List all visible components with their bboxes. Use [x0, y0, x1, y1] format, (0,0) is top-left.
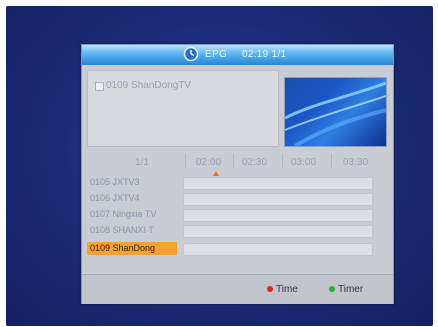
checkbox-icon — [95, 82, 104, 91]
program-track[interactable] — [183, 177, 373, 190]
epg-window: EPG 02:19 1/1 0109 ShanDongTV 1/1 02:00 … — [81, 44, 394, 304]
divider — [233, 154, 234, 168]
page-indicator: 1/1 — [135, 157, 149, 168]
green-dot-icon — [329, 286, 335, 292]
time-slot[interactable]: 02:00 — [196, 157, 221, 168]
program-track[interactable] — [183, 209, 373, 222]
epg-title: EPG — [205, 49, 228, 60]
red-dot-icon — [267, 286, 273, 292]
channel-label: 0105 JXTV3 — [90, 177, 140, 187]
time-key-label[interactable]: Time — [276, 284, 298, 295]
divider — [331, 154, 332, 168]
time-slot[interactable]: 03:00 — [291, 157, 316, 168]
program-track[interactable] — [183, 243, 373, 256]
channel-row[interactable]: 0108 SHANXI T — [87, 224, 387, 238]
channel-label: 0106 JXTV4 — [90, 193, 140, 203]
timer-key-label[interactable]: Timer — [338, 284, 363, 295]
video-preview — [284, 77, 387, 147]
channel-label: 0109 ShanDong — [87, 242, 177, 255]
clock-readout: 02:19 1/1 — [242, 49, 287, 60]
key-hint-bar: Time Timer — [82, 274, 393, 304]
program-info-panel: 0109 ShanDongTV — [87, 70, 279, 147]
divider — [282, 154, 283, 168]
time-slot[interactable]: 02:30 — [242, 157, 267, 168]
channel-label: 0107 Ningxia TV — [90, 209, 157, 219]
time-slot[interactable]: 03:30 — [343, 157, 368, 168]
divider — [185, 154, 186, 168]
channel-label: 0108 SHANXI T — [90, 225, 154, 235]
channel-row[interactable]: 0105 JXTV3 — [87, 176, 387, 190]
tv-screen: EPG 02:19 1/1 0109 ShanDongTV 1/1 02:00 … — [6, 6, 433, 326]
program-track[interactable] — [183, 193, 373, 206]
timeline-header: 1/1 02:00 02:30 03:00 03:30 — [87, 152, 387, 170]
program-track[interactable] — [183, 225, 373, 238]
clock-icon — [183, 46, 199, 62]
title-bar: EPG 02:19 1/1 — [82, 45, 393, 65]
current-channel-name: 0109 ShanDongTV — [106, 80, 192, 91]
channel-row[interactable]: 0107 Ningxia TV — [87, 208, 387, 222]
channel-row[interactable]: 0106 JXTV4 — [87, 192, 387, 206]
preview-image — [285, 81, 386, 146]
channel-row-selected[interactable]: 0109 ShanDong — [87, 242, 387, 256]
